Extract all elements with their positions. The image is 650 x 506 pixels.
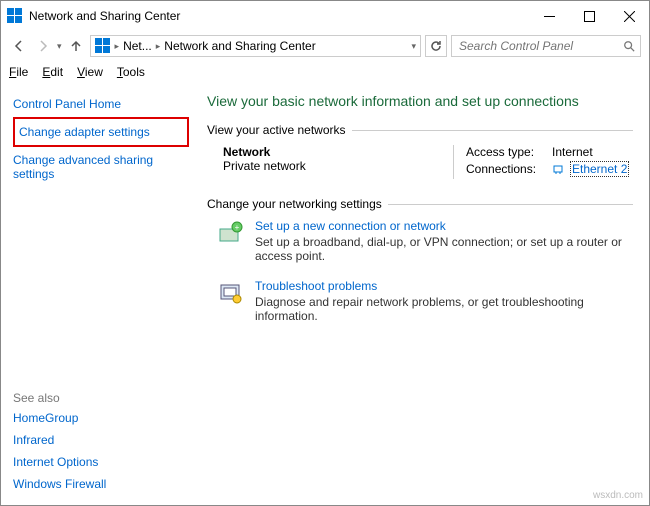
titlebar: Network and Sharing Center [1, 1, 649, 31]
ethernet-icon [552, 163, 564, 175]
sidebar-change-adapter-settings[interactable]: Change adapter settings [19, 121, 183, 143]
window-title: Network and Sharing Center [29, 9, 529, 23]
access-type-value: Internet [552, 145, 593, 159]
chevron-down-icon[interactable]: ▾ [411, 41, 416, 52]
menu-edit[interactable]: Edit [42, 65, 63, 79]
menu-file[interactable]: File [9, 65, 28, 79]
app-icon [7, 8, 23, 24]
breadcrumb[interactable]: ▸ Net... ▸ Network and Sharing Center ▾ [90, 35, 421, 57]
minimize-button[interactable] [529, 1, 569, 31]
refresh-button[interactable] [425, 35, 447, 57]
breadcrumb-root[interactable]: Net... [123, 39, 152, 53]
setup-connection-link[interactable]: Set up a new connection or network [255, 219, 633, 233]
maximize-button[interactable] [569, 1, 609, 31]
highlight-annotation: Change adapter settings [13, 117, 189, 147]
search-input[interactable] [457, 38, 623, 54]
forward-button[interactable] [33, 36, 53, 56]
seealso-windows-firewall[interactable]: Windows Firewall [13, 473, 189, 495]
troubleshoot-item: Troubleshoot problems Diagnose and repai… [207, 279, 633, 323]
address-bar: ▾ ▸ Net... ▸ Network and Sharing Center … [1, 31, 649, 61]
change-settings-label: Change your networking settings [207, 197, 388, 211]
connections-label: Connections: [466, 162, 546, 176]
troubleshoot-desc: Diagnose and repair network problems, or… [255, 295, 633, 323]
menu-bar: File Edit View Tools [1, 61, 649, 83]
setup-connection-icon: + [217, 219, 245, 247]
setup-connection-desc: Set up a broadband, dial-up, or VPN conn… [255, 235, 633, 263]
seealso-infrared[interactable]: Infrared [13, 429, 189, 451]
svg-text:+: + [235, 223, 240, 232]
page-heading: View your basic network information and … [207, 93, 633, 109]
network-type: Private network [223, 159, 453, 173]
chevron-right-icon: ▸ [156, 41, 161, 52]
troubleshoot-icon [217, 279, 245, 307]
back-button[interactable] [9, 36, 29, 56]
menu-tools[interactable]: Tools [117, 65, 145, 79]
active-networks-label: View your active networks [207, 123, 352, 137]
main-panel: View your basic network information and … [201, 83, 649, 505]
chevron-right-icon: ▸ [115, 41, 120, 52]
seealso-internet-options[interactable]: Internet Options [13, 451, 189, 473]
troubleshoot-link[interactable]: Troubleshoot problems [255, 279, 633, 293]
control-panel-icon [95, 38, 111, 54]
breadcrumb-current[interactable]: Network and Sharing Center [164, 39, 315, 53]
search-box[interactable] [451, 35, 641, 57]
sidebar-control-panel-home[interactable]: Control Panel Home [13, 93, 189, 115]
watermark: wsxdn.com [593, 490, 643, 501]
up-button[interactable] [66, 36, 86, 56]
close-button[interactable] [609, 1, 649, 31]
see-also-heading: See also [13, 391, 189, 405]
seealso-homegroup[interactable]: HomeGroup [13, 407, 189, 429]
access-type-label: Access type: [466, 145, 546, 159]
sidebar: Control Panel Home Change adapter settin… [1, 83, 201, 505]
connection-link[interactable]: Ethernet 2 [570, 161, 629, 177]
sidebar-change-advanced-sharing[interactable]: Change advanced sharing settings [13, 149, 189, 185]
network-name: Network [223, 145, 453, 159]
search-icon [623, 40, 635, 52]
menu-view[interactable]: View [77, 65, 103, 79]
network-entry: Network Private network Access type: Int… [207, 145, 633, 179]
recent-locations-icon[interactable]: ▾ [57, 41, 62, 52]
setup-connection-item: + Set up a new connection or network Set… [207, 219, 633, 263]
